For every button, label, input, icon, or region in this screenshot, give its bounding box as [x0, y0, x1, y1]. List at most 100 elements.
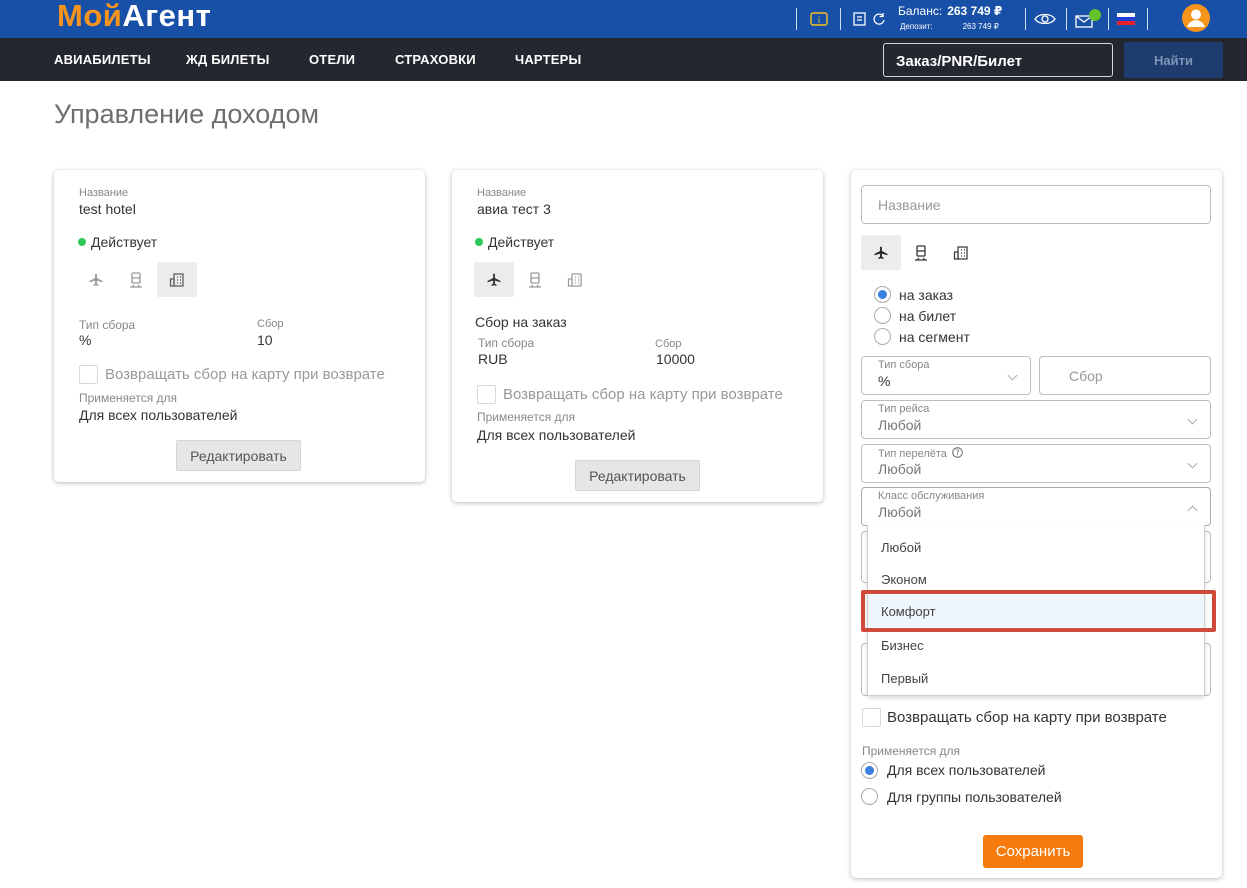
deposit-value: 263 749 ₽	[962, 22, 999, 31]
name-label: Название	[79, 187, 129, 199]
separator	[1108, 8, 1109, 30]
trip-type-value: Любой	[878, 417, 922, 433]
status-text: Действует	[488, 234, 555, 250]
info-icon[interactable]: i	[809, 9, 829, 29]
chevron-down-icon	[1187, 458, 1198, 469]
radio-user-group[interactable]	[861, 788, 878, 805]
category-avia	[76, 262, 116, 297]
class-option-first[interactable]: Первый	[868, 662, 1204, 694]
train-icon	[130, 271, 142, 288]
flight-type-value: Любой	[878, 461, 922, 477]
refund-label: Возвращать сбор на карту при возврате	[105, 366, 385, 383]
radio-user-group-label: Для группы пользователей	[887, 789, 1062, 805]
chevron-up-icon	[1187, 505, 1198, 516]
brand-part1: Мой	[57, 0, 123, 33]
save-button[interactable]: Сохранить	[983, 835, 1083, 868]
refund-label: Возвращать сбор на карту при возврате	[887, 709, 1167, 726]
fee-placeholder: Сбор	[1069, 368, 1103, 384]
hotel-icon	[953, 245, 968, 260]
train-icon	[529, 271, 541, 288]
category-hotel[interactable]	[941, 235, 981, 270]
refund-checkbox[interactable]	[862, 708, 881, 727]
radio-all-users-label: Для всех пользователей	[887, 762, 1046, 778]
balance-label: Баланс:	[898, 4, 943, 18]
separator	[1147, 8, 1148, 30]
class-option-economy[interactable]: Эконом	[868, 563, 1204, 595]
top-bar: МойАгент i Баланс: 263 749 ₽ Депозит: 263 …	[0, 0, 1247, 38]
class-value: Любой	[878, 504, 922, 520]
flight-type-select[interactable]: Тип перелёта ? Любой	[861, 444, 1211, 483]
class-option-any[interactable]: Любой	[868, 531, 1204, 563]
class-dropdown: Любой Эконом Комфорт Бизнес Первый	[867, 525, 1205, 696]
applies-value: Для всех пользователей	[79, 407, 238, 423]
rule-card-avia: Название авиа тест 3 Действует Сбор на з…	[452, 170, 823, 502]
fee-type-select[interactable]: Тип сбора %	[861, 356, 1031, 395]
refund-checkbox	[477, 385, 496, 404]
radio-per-ticket[interactable]	[874, 307, 891, 324]
plane-icon	[487, 273, 501, 286]
radio-per-segment[interactable]	[874, 328, 891, 345]
plane-icon	[874, 246, 888, 259]
name-placeholder: Название	[878, 197, 941, 213]
radio-all-users[interactable]	[861, 762, 878, 779]
invoice-icon[interactable]	[850, 9, 870, 29]
flight-type-label: Тип перелёта ?	[878, 447, 963, 460]
hotel-icon	[169, 272, 184, 287]
category-rail	[116, 262, 156, 297]
category-hotel	[157, 262, 197, 297]
fee-input[interactable]: Сбор	[1039, 356, 1211, 395]
chevron-down-icon	[1007, 370, 1018, 381]
fee-label: Сбор	[655, 338, 682, 350]
nav-item-insurance[interactable]: СТРАХОВКИ	[395, 52, 476, 67]
page-title: Управление доходом	[54, 99, 320, 129]
class-option-business[interactable]: Бизнес	[868, 629, 1204, 661]
deposit-label: Депозит:	[900, 22, 933, 31]
fee-type-value: %	[878, 373, 891, 389]
find-button[interactable]: Найти	[1124, 42, 1223, 78]
fee-type-label: Тип сбора	[478, 336, 535, 350]
fee-type-label: Тип сбора	[79, 318, 136, 332]
status-dot	[475, 238, 483, 246]
radio-per-order[interactable]	[874, 286, 891, 303]
refund-checkbox	[79, 365, 98, 384]
applies-label: Применяется для	[477, 410, 576, 424]
category-rail	[515, 262, 555, 297]
nav-item-rail[interactable]: ЖД БИЛЕТЫ	[186, 52, 270, 67]
rule-card-hotel: Название test hotel Действует Тип сбора …	[54, 170, 425, 482]
mail-icon[interactable]	[1075, 9, 1101, 29]
edit-button[interactable]: Редактировать	[176, 440, 301, 471]
status-text: Действует	[91, 234, 158, 250]
separator	[840, 8, 841, 30]
eye-icon[interactable]	[1033, 9, 1057, 29]
user-avatar-icon[interactable]	[1181, 3, 1211, 33]
rule-name: test hotel	[79, 201, 136, 217]
fee-value: 10000	[656, 351, 695, 367]
brand-logo[interactable]: МойАгент	[57, 0, 211, 34]
plane-icon	[89, 273, 103, 286]
category-avia[interactable]	[861, 235, 901, 270]
trip-type-select[interactable]: Тип рейса Любой	[861, 400, 1211, 439]
status-badge: Действует	[475, 234, 554, 250]
refresh-icon[interactable]	[869, 9, 889, 29]
applies-label: Применяется для	[862, 744, 961, 758]
nav-item-hotels[interactable]: ОТЕЛИ	[309, 52, 355, 67]
name-input[interactable]: Название	[861, 185, 1211, 224]
order-search-input[interactable]: Заказ/PNR/Билет	[883, 43, 1113, 77]
fee-value: 10	[257, 332, 273, 348]
class-option-comfort[interactable]: Комфорт	[868, 595, 1204, 627]
class-label: Класс обслуживания	[878, 490, 985, 502]
nav-item-avia[interactable]: АВИАБИЛЕТЫ	[54, 52, 151, 67]
status-dot	[78, 238, 86, 246]
radio-per-segment-label: на сегмент	[899, 329, 970, 345]
radio-per-ticket-label: на билет	[899, 308, 957, 324]
category-rail[interactable]	[901, 235, 941, 270]
fee-label: Сбор	[257, 318, 284, 330]
category-avia	[474, 262, 514, 297]
flag-ru-icon[interactable]	[1116, 9, 1136, 29]
svg-text:?: ?	[955, 448, 959, 457]
class-select[interactable]: Класс обслуживания Любой	[861, 487, 1211, 526]
edit-button[interactable]: Редактировать	[575, 460, 700, 491]
nav-item-charters[interactable]: ЧАРТЕРЫ	[515, 52, 581, 67]
fee-mode: Сбор на заказ	[475, 314, 567, 330]
flight-type-label-text: Тип перелёта	[878, 448, 947, 460]
